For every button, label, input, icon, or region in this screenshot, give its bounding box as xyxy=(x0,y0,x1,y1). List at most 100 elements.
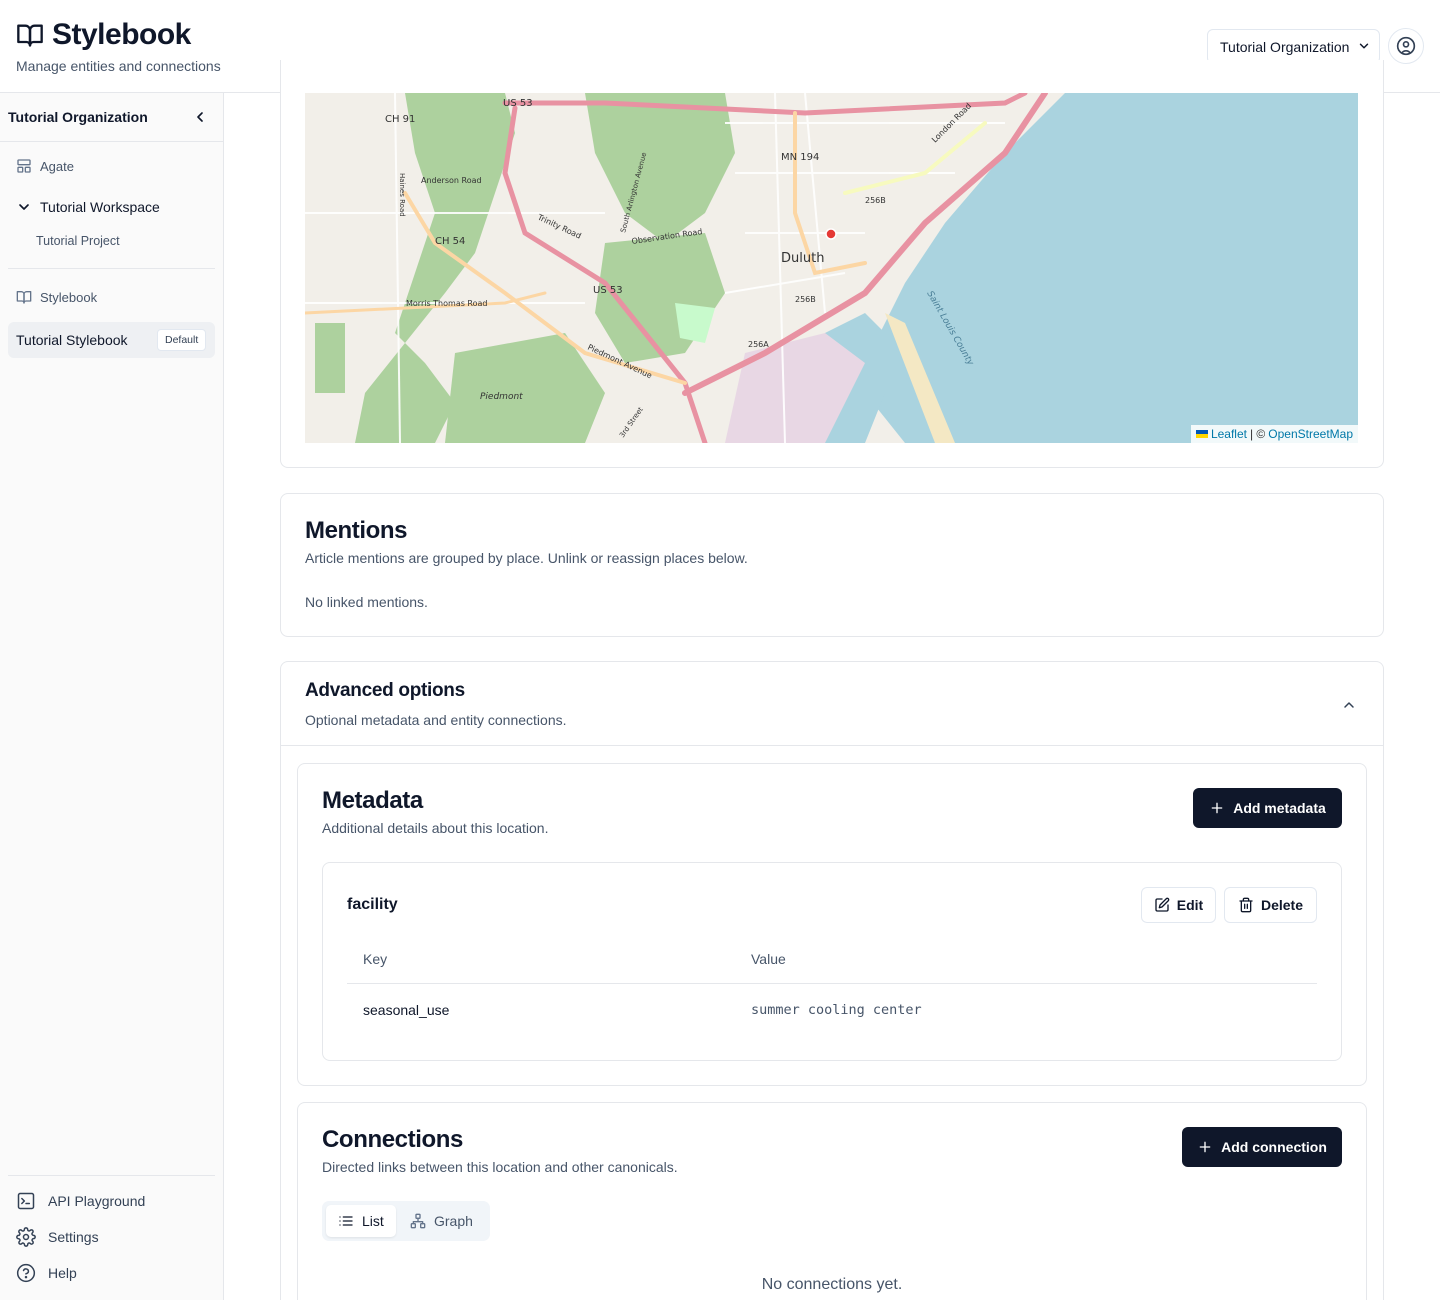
connections-title: Connections xyxy=(322,1126,463,1153)
ukraine-flag-icon xyxy=(1195,430,1208,438)
edit-icon xyxy=(1155,897,1170,912)
sidebar-item-api-playground[interactable]: API Playground xyxy=(16,1191,145,1211)
map-place-label: Piedmont xyxy=(480,392,523,402)
plus-icon xyxy=(1211,802,1223,814)
map-road-label: 256A xyxy=(748,340,769,349)
park-area xyxy=(315,323,345,393)
sidebar-item-tutorial-stylebook[interactable]: Tutorial Stylebook Default xyxy=(8,322,215,358)
map-road-label: Morris Thomas Road xyxy=(406,299,488,308)
add-metadata-button[interactable]: Add metadata xyxy=(1193,788,1342,828)
gear-icon xyxy=(16,1227,36,1247)
map-road-label: 256B xyxy=(795,295,816,304)
trash-icon xyxy=(1239,897,1253,913)
tab-graph-label: Graph xyxy=(434,1213,473,1229)
user-menu-button[interactable] xyxy=(1388,28,1424,64)
sidebar-item-label: Stylebook xyxy=(40,289,98,305)
sidebar-item-label: Help xyxy=(48,1265,77,1281)
sidebar-divider xyxy=(8,1175,215,1176)
metadata-value: summer cooling center xyxy=(751,1002,922,1018)
add-connection-label: Add connection xyxy=(1221,1139,1327,1155)
brand[interactable]: Stylebook xyxy=(16,18,191,52)
default-badge: Default xyxy=(157,329,207,351)
chevron-left-icon[interactable] xyxy=(192,109,208,125)
sidebar-item-help[interactable]: Help xyxy=(16,1263,77,1283)
map-road-label: Trinity Road xyxy=(535,212,582,240)
location-marker xyxy=(825,228,837,240)
sidebar: Tutorial Organization Agate Tutorial Wor… xyxy=(0,93,224,1300)
terminal-icon xyxy=(17,1192,35,1210)
connections-empty-text: No connections yet. xyxy=(761,1276,903,1293)
add-connection-button[interactable]: Add connection xyxy=(1182,1127,1342,1167)
sidebar-item-label: Tutorial Stylebook xyxy=(16,332,128,348)
leaflet-link[interactable]: Leaflet xyxy=(1211,427,1247,441)
tab-graph[interactable]: Graph xyxy=(398,1205,485,1237)
attribution-separator: | © xyxy=(1249,427,1266,441)
add-metadata-label: Add metadata xyxy=(1233,800,1326,816)
map-road-label: CH 91 xyxy=(385,114,415,125)
sidebar-item-label: API Playground xyxy=(48,1193,146,1209)
metadata-subtitle: Additional details about this location. xyxy=(322,820,549,836)
sidebar-item-tutorial-project[interactable]: Tutorial Project xyxy=(36,234,120,248)
chevron-down-icon xyxy=(19,204,29,210)
sidebar-item-stylebook[interactable]: Stylebook xyxy=(16,289,97,305)
map-tiles: Duluth US 53 CH 91 Anderson Road Trinity… xyxy=(305,93,1358,443)
mentions-title: Mentions xyxy=(305,517,408,544)
chevron-up-icon[interactable] xyxy=(1341,697,1357,713)
plus-icon xyxy=(1199,1141,1211,1153)
sidebar-org-header: Tutorial Organization xyxy=(0,93,223,142)
map-road-label: 256B xyxy=(865,196,886,205)
advanced-options-subtitle: Optional metadata and entity connections… xyxy=(305,712,567,728)
organization-select[interactable]: Tutorial Organization xyxy=(1207,29,1380,64)
delete-label: Delete xyxy=(1260,897,1304,913)
app-title: Stylebook xyxy=(52,18,191,51)
user-circle-icon xyxy=(1396,36,1416,56)
map-attribution: Leaflet | © OpenStreetMap xyxy=(1190,425,1358,443)
sidebar-item-label: Agate xyxy=(40,158,74,174)
map-road-label: Haines Road xyxy=(398,173,406,217)
mentions-subtitle: Article mentions are grouped by place. U… xyxy=(305,550,748,566)
sidebar-item-label: Tutorial Workspace xyxy=(40,199,160,215)
organization-select-value: Tutorial Organization xyxy=(1220,38,1350,55)
sidebar-item-settings[interactable]: Settings xyxy=(16,1227,99,1247)
sidebar-item-tutorial-workspace[interactable]: Tutorial Workspace xyxy=(16,199,160,215)
map-road-label: CH 54 xyxy=(435,236,465,247)
park-area xyxy=(585,93,735,243)
openstreetmap-link[interactable]: OpenStreetMap xyxy=(1268,427,1353,441)
sidebar-item-label: Tutorial Project xyxy=(36,234,120,248)
book-open-icon xyxy=(17,24,43,47)
help-circle-icon xyxy=(16,1263,36,1283)
layout-icon xyxy=(17,159,31,173)
park-area xyxy=(675,303,715,343)
advanced-options-title: Advanced options xyxy=(305,680,465,701)
book-icon xyxy=(16,291,32,304)
mentions-empty-text: No linked mentions. xyxy=(305,594,428,610)
connections-view-toggle: List Graph xyxy=(322,1201,490,1241)
metadata-key: seasonal_use xyxy=(363,1002,450,1018)
edit-button[interactable]: Edit xyxy=(1141,887,1216,923)
edit-label: Edit xyxy=(1176,897,1204,913)
list-icon xyxy=(339,1216,353,1226)
map-road-label: Anderson Road xyxy=(421,176,482,185)
table-row: seasonal_use summer cooling center xyxy=(347,984,1317,1036)
map-city-label: Duluth xyxy=(781,251,824,266)
metadata-title: Metadata xyxy=(322,787,423,814)
chevron-down-icon xyxy=(1359,43,1369,49)
advanced-options-toggle[interactable] xyxy=(281,662,1383,746)
map-road-label: US 53 xyxy=(503,98,533,109)
column-header-value: Value xyxy=(751,951,786,967)
map-road-label: US 53 xyxy=(593,285,623,296)
network-icon xyxy=(410,1213,426,1229)
tab-list-label: List xyxy=(362,1213,384,1229)
metadata-group-name: facility xyxy=(347,896,398,913)
location-map[interactable]: Duluth US 53 CH 91 Anderson Road Trinity… xyxy=(305,93,1358,443)
sidebar-item-agate[interactable]: Agate xyxy=(16,158,74,174)
connections-subtitle: Directed links between this location and… xyxy=(322,1159,678,1175)
delete-button[interactable]: Delete xyxy=(1224,887,1317,923)
sidebar-divider xyxy=(8,268,215,269)
lake-water xyxy=(865,93,1358,443)
sidebar-item-label: Settings xyxy=(48,1229,99,1245)
tab-list[interactable]: List xyxy=(326,1205,396,1237)
app-tagline: Manage entities and connections xyxy=(16,58,221,74)
map-road-label: MN 194 xyxy=(781,152,819,163)
map-road-label: 3rd Street xyxy=(618,406,645,440)
